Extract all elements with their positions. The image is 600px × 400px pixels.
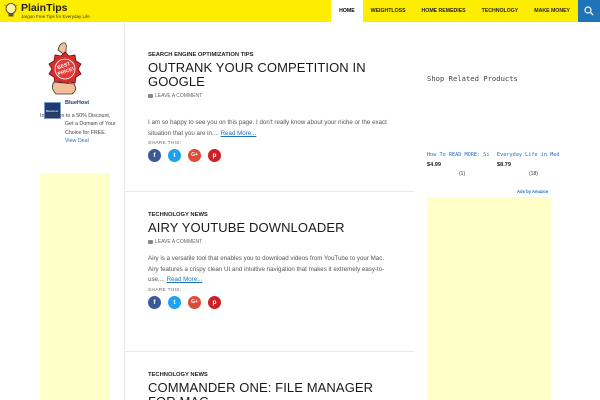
product-reviews[interactable]: (1) (427, 171, 489, 177)
post-title[interactable]: Commander One: File Manager for Mac (148, 381, 393, 400)
comment-icon (148, 93, 153, 98)
post-category[interactable]: Technology News (148, 371, 393, 379)
site-logo[interactable]: PlainTips Jargon Free Tips for Everyday … (4, 2, 124, 21)
post-card: Technology News Commander One: File Mana… (148, 371, 393, 400)
googleplus-icon: G+ (191, 152, 198, 158)
nav-item-weightloss[interactable]: Weightloss (363, 0, 414, 22)
main-nav: Home Weightloss Home Remedies Technology… (331, 0, 578, 22)
twitter-icon: t (173, 298, 176, 306)
share-buttons: f t G+ p (148, 295, 393, 309)
pinterest-icon: p (212, 298, 217, 306)
product-item[interactable]: Everyday Life in Medieval London:... $8.… (497, 152, 559, 177)
post-card: Technology News Airy YouTube Downloader … (148, 211, 393, 309)
view-deal-link[interactable]: View Deal (65, 138, 89, 144)
shop-related-title: Shop Related Products (427, 74, 518, 83)
facebook-icon: f (153, 298, 156, 306)
facebook-share-button[interactable]: f (148, 295, 161, 309)
site-header: PlainTips Jargon Free Tips for Everyday … (0, 0, 600, 22)
promo-text: In addition to a 50% Discount, Get a Dom… (40, 112, 116, 145)
nav-item-home-remedies[interactable]: Home Remedies (414, 0, 474, 22)
post-category[interactable]: Search Engine Optimization Tips (148, 51, 393, 59)
best-price-badge[interactable]: BEST PRICE! (40, 40, 90, 98)
post-title[interactable]: Outrank Your Competition in Google (148, 61, 393, 89)
googleplus-share-button[interactable]: G+ (188, 149, 201, 162)
product-price: $8.79 (497, 162, 511, 168)
left-ad-placeholder[interactable] (40, 173, 110, 400)
read-more-link[interactable]: Read More... (167, 276, 203, 283)
googleplus-icon: G+ (191, 298, 198, 305)
site-tagline: Jargon Free Tips for Everyday Life (21, 14, 90, 19)
twitter-share-button[interactable]: t (168, 295, 181, 309)
search-icon (584, 6, 594, 16)
search-button[interactable] (578, 0, 600, 22)
promo-description: In addition to a 50% Discount, Get a Dom… (40, 113, 116, 136)
post-divider (125, 351, 415, 352)
share-buttons: f t G+ p (148, 149, 393, 162)
promo-name: BlueHost (65, 100, 90, 106)
twitter-icon: t (173, 152, 176, 159)
share-label: SHARE THIS: (148, 141, 182, 146)
nav-item-home[interactable]: Home (331, 0, 363, 22)
googleplus-share-button[interactable]: G+ (188, 295, 201, 309)
right-ad-placeholder[interactable] (427, 197, 551, 400)
leave-comment-link[interactable]: Leave a Comment (148, 92, 393, 100)
lightbulb-icon (4, 3, 18, 17)
leave-comment-link[interactable]: Leave a Comment (148, 238, 393, 246)
read-more-link[interactable]: Read More... (221, 130, 257, 137)
product-title[interactable]: Everyday Life in Medieval London:... (497, 152, 559, 159)
product-reviews[interactable]: (18) (497, 171, 559, 177)
site-title: PlainTips (21, 2, 68, 14)
product-price: $4.99 (427, 162, 441, 168)
product-title[interactable]: How To READ MORE: Simple Steps To... (427, 152, 489, 159)
leave-comment-text: Leave a Comment (155, 93, 203, 99)
pinterest-share-button[interactable]: p (208, 149, 221, 162)
post-divider (125, 191, 415, 192)
share-label: SHARE THIS: (148, 287, 182, 293)
leave-comment-text: Leave a Comment (155, 239, 203, 245)
facebook-icon: f (153, 152, 156, 159)
post-excerpt: Airy is a versatile tool that enables yo… (148, 254, 393, 286)
nav-item-make-money[interactable]: Make Money (526, 0, 578, 22)
left-sidebar: BEST PRICE! BlueHost BlueHost In additio… (40, 22, 118, 400)
product-item[interactable]: How To READ MORE: Simple Steps To... $4.… (427, 152, 489, 177)
post-excerpt-text: I am so happy to see you on this page. I… (148, 119, 387, 137)
comment-icon (148, 239, 153, 244)
right-sidebar: Shop Related Products How To READ MORE: … (427, 22, 600, 400)
main-content: Search Engine Optimization Tips Outrank … (124, 22, 415, 400)
post-card: Search Engine Optimization Tips Outrank … (148, 51, 393, 162)
twitter-share-button[interactable]: t (168, 149, 181, 162)
post-excerpt: I am so happy to see you on this page. I… (148, 118, 393, 139)
ads-by-amazon-link[interactable]: Ads by Amazon (517, 189, 548, 194)
nav-item-technology[interactable]: Technology (474, 0, 527, 22)
post-category[interactable]: Technology News (148, 211, 393, 219)
pinterest-share-button[interactable]: p (208, 295, 221, 309)
post-title[interactable]: Airy YouTube Downloader (148, 221, 393, 235)
facebook-share-button[interactable]: f (148, 149, 161, 162)
pinterest-icon: p (212, 152, 217, 159)
